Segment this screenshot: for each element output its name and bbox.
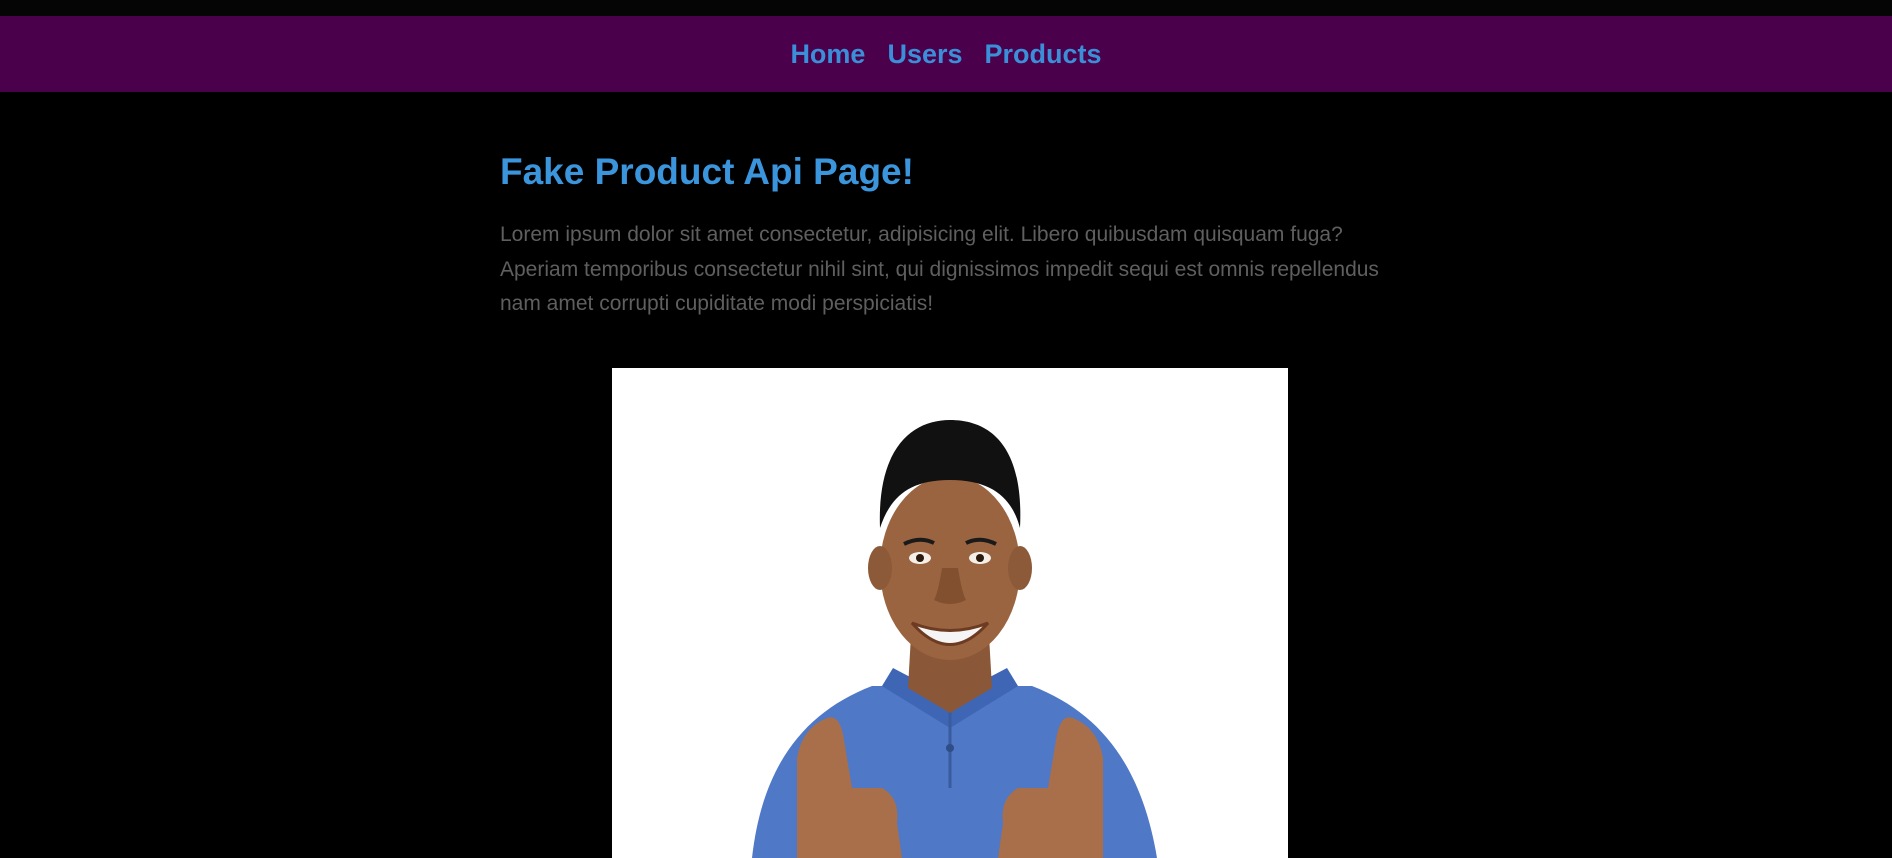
nav-link-products[interactable]: Products — [985, 40, 1102, 68]
intro-paragraph: Lorem ipsum dolor sit amet consectetur, … — [500, 223, 1379, 316]
navbar: Home Users Products — [0, 16, 1892, 92]
top-strip — [0, 0, 1892, 16]
page-title: Fake Product Api Page! — [500, 151, 914, 192]
hero-image — [612, 368, 1288, 858]
nav-link-home[interactable]: Home — [790, 40, 865, 68]
nav-link-users[interactable]: Users — [887, 40, 962, 68]
main-content: Fake Product Api Page! Lorem ipsum dolor… — [500, 150, 1380, 322]
smiling-man-thumbs-up-illustration — [612, 368, 1288, 858]
